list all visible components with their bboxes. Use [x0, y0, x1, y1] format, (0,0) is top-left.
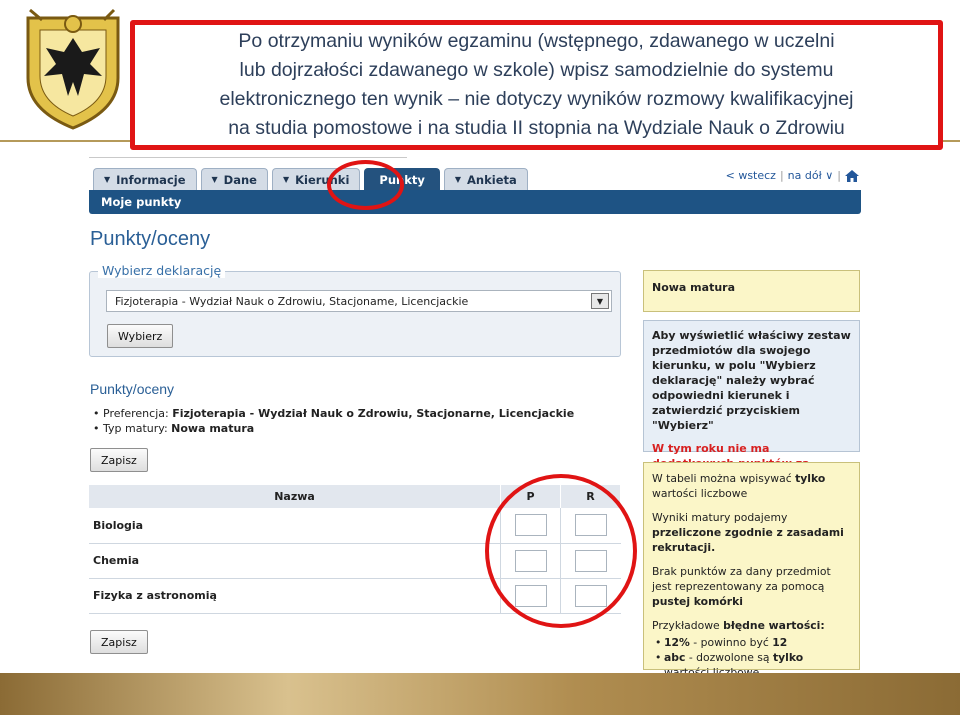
subject-name: Chemia — [89, 543, 501, 579]
declaration-legend: Wybierz deklarację — [98, 263, 226, 278]
help-text: Przykładowe — [652, 619, 724, 632]
dropdown-caret-icon: ▼ — [211, 175, 218, 184]
help-paragraph: Przykładowe błędne wartości: — [652, 618, 851, 633]
instructions-notice: Aby wyświetlić właściwy zestaw przedmiot… — [643, 320, 860, 485]
example-correct: 12 — [772, 636, 788, 649]
tab-label: Informacje — [116, 172, 186, 187]
help-text-bold: przeliczone zgodnie z zasadami rekrutacj… — [652, 526, 844, 554]
dropdown-caret-icon: ▼ — [454, 175, 462, 184]
tab-ankieta[interactable]: ▼ Ankieta — [443, 168, 528, 190]
help-text-bold: tylko — [772, 651, 804, 664]
instruction-text: Po otrzymaniu wyników egzaminu (wstępneg… — [219, 30, 854, 139]
help-paragraph: Wyniki matury podajemy przeliczone zgodn… — [652, 510, 851, 555]
list-item: 12% - powinno być 12 — [652, 635, 851, 650]
declaration-fieldset: Wybierz deklarację Fizjoterapia - Wydzia… — [89, 263, 621, 357]
tab-informacje[interactable]: ▼ Informacje — [93, 168, 197, 190]
help-text-bold: tylko — [795, 472, 826, 485]
instructions-text: Aby wyświetlić właściwy zestaw przedmiot… — [652, 329, 851, 432]
slide-footer — [0, 673, 960, 715]
annotation-circle-inputs — [485, 474, 637, 628]
link-separator: | — [779, 169, 784, 182]
main-tabs: ▼ Informacje ▼ Dane ▼ Kierunki Punkty ▼ Anki… — [93, 168, 528, 190]
help-text: wartości liczbowe — [652, 487, 748, 500]
down-link[interactable]: na dół ∨ — [788, 169, 834, 182]
app-top-divider — [89, 157, 407, 158]
candidate-info: Preferencja: Fizjoterapia - Wydział Nauk… — [93, 406, 574, 436]
example-value: abc — [664, 651, 686, 664]
tab-label: Ankieta — [467, 172, 517, 187]
preference-item: Preferencja: Fizjoterapia - Wydział Nauk… — [93, 406, 574, 421]
exam-type-item: Typ matury: Nowa matura — [93, 421, 574, 436]
preference-value: Fizjoterapia - Wydział Nauk o Zdrowiu, S… — [172, 407, 575, 420]
help-text: - dozwolone są — [685, 651, 773, 664]
recruitment-app: ▼ Informacje ▼ Dane ▼ Kierunki Punkty ▼ Anki… — [89, 155, 861, 679]
university-logo — [26, 8, 120, 130]
help-text-bold: pustej komórki — [652, 595, 743, 608]
help-text: W tabeli można wpisywać — [652, 472, 796, 485]
subject-name: Fizyka z astronomią — [89, 578, 501, 614]
help-text: Wyniki matury podajemy — [652, 511, 788, 524]
link-separator: | — [837, 169, 841, 182]
declaration-selected-value: Fizjoterapia - Wydział Nauk o Zdrowiu, S… — [115, 294, 469, 308]
exam-type-label: Typ matury: — [103, 422, 172, 435]
help-paragraph: Brak punktów za dany przedmiot jest repr… — [652, 564, 851, 609]
preference-label: Preferencja: — [103, 407, 173, 420]
dropdown-caret-icon: ▼ — [104, 175, 111, 184]
section-title: Punkty/oceny — [90, 381, 175, 397]
annotation-circle-tab — [327, 160, 404, 210]
help-paragraph: W tabeli można wpisywać tylko wartości l… — [652, 471, 851, 501]
instruction-box: Po otrzymaniu wyników egzaminu (wstępneg… — [130, 20, 943, 150]
help-notice: W tabeli można wpisywać tylko wartości l… — [643, 462, 860, 679]
page-title: Punkty/oceny — [90, 228, 211, 250]
exam-type-value: Nowa matura — [171, 422, 255, 435]
help-text: Brak punktów za dany przedmiot jest repr… — [652, 565, 831, 593]
dropdown-caret-icon: ▼ — [282, 175, 290, 184]
subject-name: Biologia — [89, 508, 501, 544]
back-link[interactable]: < wstecz — [726, 169, 776, 182]
chevron-down-icon[interactable]: ▼ — [591, 293, 609, 309]
save-button-bottom[interactable]: Zapisz — [90, 630, 148, 654]
top-links: < wstecz | na dół ∨ | — [726, 169, 859, 182]
tab-label: Dane — [223, 172, 257, 187]
column-header-name: Nazwa — [89, 485, 501, 508]
help-text: - powinno być — [689, 636, 773, 649]
example-value: 12% — [664, 636, 690, 649]
home-icon[interactable] — [845, 169, 859, 182]
save-button-top[interactable]: Zapisz — [90, 448, 148, 472]
help-text-bold: błędne wartości: — [723, 619, 825, 632]
tab-dane[interactable]: ▼ Dane — [200, 168, 268, 190]
declaration-select[interactable]: Fizjoterapia - Wydział Nauk o Zdrowiu, S… — [106, 290, 612, 312]
subnav-moje-punkty[interactable]: Moje punkty — [101, 195, 181, 209]
exam-type-notice: Nowa matura — [643, 270, 860, 312]
choose-button[interactable]: Wybierz — [107, 324, 174, 348]
subnav-bar: Moje punkty — [89, 190, 861, 214]
